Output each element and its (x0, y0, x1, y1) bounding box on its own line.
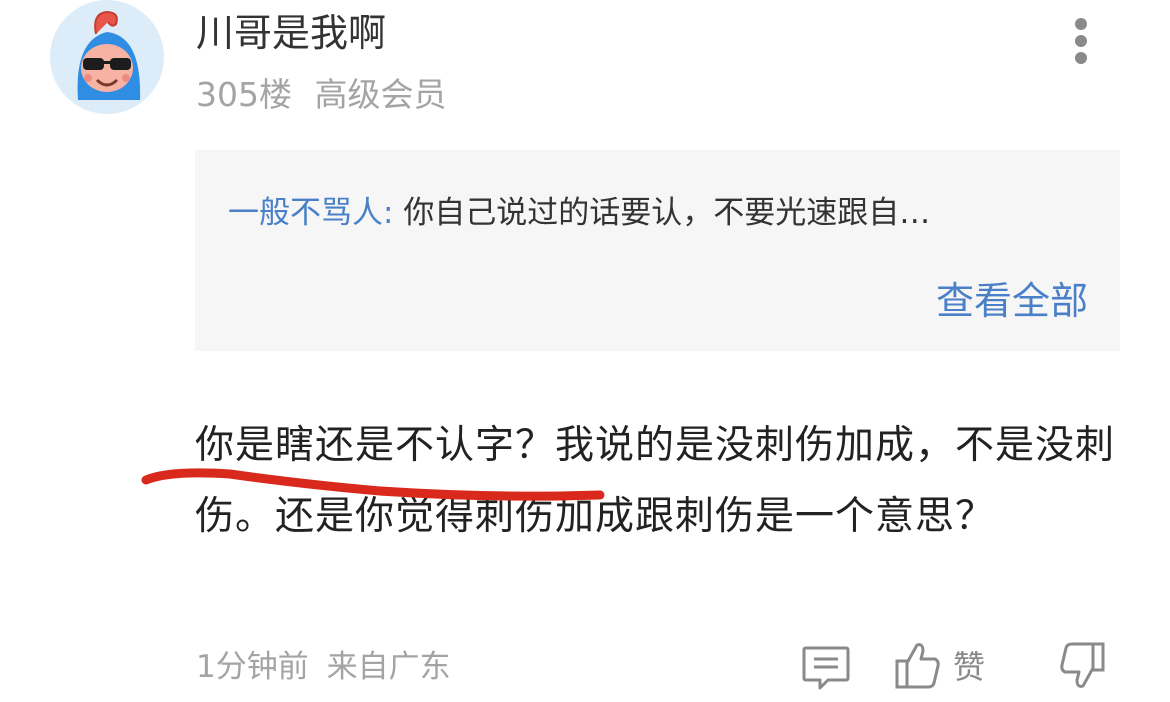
more-vertical-icon (1075, 18, 1087, 30)
like-button[interactable]: 赞 (893, 637, 985, 693)
comment-card: 川哥是我啊 305楼 高级会员 一般不骂人: 你自己说过的话要认，不要光速跟自…… (0, 0, 1170, 702)
red-scribble-annotation (141, 468, 605, 501)
post-meta: 1分钟前 来自广东 (196, 645, 451, 689)
user-meta: 305楼 高级会员 (196, 74, 447, 116)
view-all-link[interactable]: 查看全部 (936, 278, 1088, 324)
thumbs-up-icon (895, 643, 940, 689)
avatar[interactable] (50, 0, 164, 114)
reply-text: 你是瞎还是不认字？我说的是没刺伤加成，不是没刺伤。还是你觉得刺伤加成跟刺伤是一个… (195, 423, 1116, 539)
more-dot (1075, 35, 1087, 47)
floor-number: 305楼 (196, 75, 292, 114)
comment-icon (802, 646, 850, 690)
comment-button[interactable] (800, 640, 852, 692)
quoted-author-colon: : (383, 195, 394, 231)
username[interactable]: 川哥是我啊 (196, 10, 386, 56)
quoted-comment[interactable]: 一般不骂人: 你自己说过的话要认，不要光速跟自… 查看全部 (195, 150, 1120, 351)
like-label: 赞 (953, 648, 986, 686)
thumbs-down-icon (1060, 642, 1105, 688)
more-options-button[interactable] (1060, 14, 1104, 68)
post-location: 来自广东 (326, 649, 451, 685)
member-level: 高级会员 (314, 75, 447, 114)
quoted-text: 你自己说过的话要认，不要光速跟自… (403, 195, 931, 231)
post-time: 1分钟前 (196, 649, 309, 685)
more-dot (1075, 52, 1087, 64)
dislike-button[interactable] (1055, 638, 1109, 694)
quoted-author[interactable]: 一般不骂人 (228, 195, 383, 231)
quoted-comment-line: 一般不骂人: 你自己说过的话要认，不要光速跟自… (228, 192, 930, 234)
